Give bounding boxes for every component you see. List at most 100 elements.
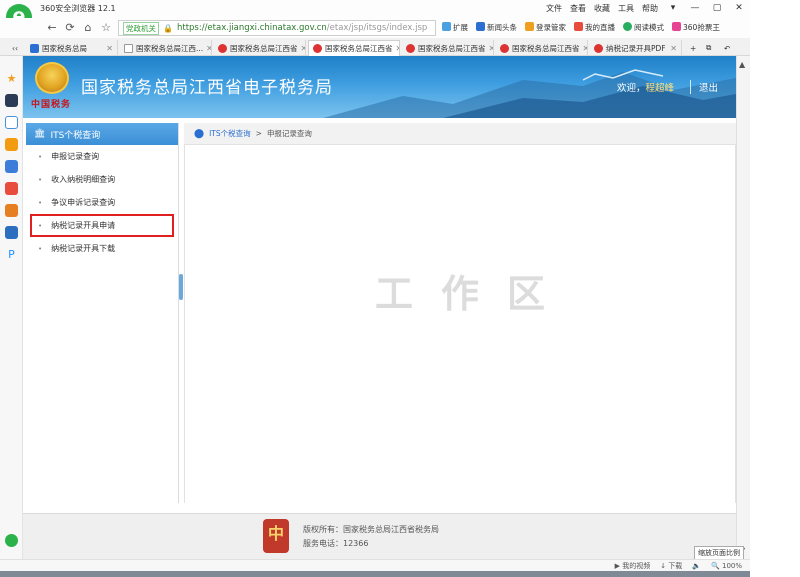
- tab-strip: ‹‹ 国家税务总局✕ 国家税务总局江西...✕ 国家税务总局江西省✕ 国家税务总…: [0, 38, 750, 56]
- menu-view[interactable]: 查看: [570, 3, 586, 14]
- refresh-icon[interactable]: ⟳: [62, 21, 78, 35]
- breadcrumb: ⬤ ITS个税查询 > 申报记录查询: [184, 123, 736, 145]
- location-pin-icon: ⬤: [194, 128, 205, 139]
- app-icon-4[interactable]: [5, 160, 18, 173]
- os-taskbar: [0, 571, 750, 577]
- bullet-icon: •: [38, 175, 43, 184]
- minimize-icon[interactable]: —: [688, 2, 702, 15]
- extensions-icon: [442, 22, 451, 31]
- speaker-icon[interactable]: 🔈: [692, 562, 701, 570]
- ticket-icon: [672, 22, 681, 31]
- breadcrumb-root[interactable]: ITS个税查询: [209, 128, 251, 139]
- menu-item-declaration-query[interactable]: • 申报记录查询: [26, 145, 178, 168]
- menu-tools[interactable]: 工具: [618, 3, 634, 14]
- close-tab-icon[interactable]: ✕: [489, 44, 494, 53]
- settings-gear-icon[interactable]: [5, 534, 18, 547]
- bullet-icon: •: [38, 152, 43, 161]
- ticket-button[interactable]: 360抢票王: [672, 22, 720, 33]
- tab-5[interactable]: 国家税务总局江西省✕: [402, 40, 494, 56]
- tab-2[interactable]: 国家税务总局江西...✕: [120, 40, 212, 56]
- lock-icon: 🔒: [163, 23, 173, 33]
- close-tab-icon[interactable]: ✕: [670, 44, 677, 53]
- building-icon: 🏛: [34, 129, 46, 139]
- close-window-icon[interactable]: ✕: [732, 2, 746, 15]
- work-area-placeholder: 工作区: [374, 272, 573, 316]
- menu-file[interactable]: 文件: [546, 3, 562, 14]
- close-tab-icon[interactable]: ✕: [106, 44, 113, 53]
- address-bar: ← ⟳ ⌂ ☆ 党政机关 🔒 https://etax.jiangxi.chin…: [0, 18, 750, 38]
- tax-emblem-icon: [594, 43, 603, 53]
- star-icon[interactable]: ☆: [98, 21, 114, 35]
- skin-icon[interactable]: ▾: [666, 2, 680, 15]
- tax-emblem-icon: [35, 62, 69, 94]
- app-icon-1[interactable]: [5, 94, 18, 107]
- reader-mode-button[interactable]: 阅读模式: [623, 22, 664, 33]
- breadcrumb-current: 申报记录查询: [266, 129, 312, 138]
- breadcrumb-separator: >: [255, 129, 262, 138]
- user-name[interactable]: 程超峰: [645, 83, 674, 94]
- back-icon[interactable]: ←: [44, 21, 60, 35]
- login-manager-button[interactable]: 登录管家: [525, 22, 566, 33]
- zoom-tooltip: 缩放页面比例: [694, 546, 744, 560]
- tab-7[interactable]: 纳税记录开具PDF ✕: [590, 40, 682, 56]
- close-tab-icon[interactable]: ✕: [583, 44, 588, 53]
- menu-item-tax-record-apply[interactable]: • 纳税记录开具申请: [30, 214, 174, 237]
- news-button[interactable]: 新闻头条: [476, 22, 517, 33]
- tab-3[interactable]: 国家税务总局江西省✕: [214, 40, 306, 56]
- tax-emblem-icon: [500, 43, 509, 53]
- zoom-level[interactable]: 🔍 100%: [711, 562, 742, 570]
- menu-item-income-tax-detail[interactable]: • 收入纳税明细查询: [26, 168, 178, 191]
- tab-list-icon[interactable]: ‹‹: [8, 40, 24, 56]
- menu-panel-header[interactable]: 🏛 ITS个税查询: [26, 123, 178, 145]
- close-tab-icon[interactable]: ✕: [206, 44, 211, 53]
- tab-4-active[interactable]: 国家税务总局江西省✕: [308, 40, 400, 56]
- app-icon-6[interactable]: [5, 204, 18, 217]
- browser-window: e 360安全浏览器 12.1 文件 查看 收藏 工具 帮助 ▾ — ▢ ✕ ←…: [0, 0, 800, 577]
- app-icon-5[interactable]: [5, 182, 18, 195]
- tab-6[interactable]: 国家税务总局江西省✕: [496, 40, 588, 56]
- live-button[interactable]: 我的直播: [574, 22, 615, 33]
- tab-restore-icon[interactable]: ⧉: [702, 40, 718, 56]
- work-area: 工作区: [184, 145, 736, 503]
- emblem-caption: 中国税务: [31, 100, 72, 110]
- download-button[interactable]: ↓ 下载: [660, 561, 682, 571]
- home-icon[interactable]: ⌂: [80, 21, 96, 35]
- close-tab-icon[interactable]: ✕: [396, 44, 400, 53]
- scroll-up-icon[interactable]: ▲: [739, 60, 745, 69]
- browser-title: 360安全浏览器 12.1: [40, 4, 116, 13]
- menu-item-dispute-appeal[interactable]: • 争议申诉记录查询: [26, 191, 178, 214]
- favorites-star-icon[interactable]: ★: [5, 72, 18, 85]
- welcome-text: 欢迎，程超峰: [616, 83, 674, 94]
- tab-1[interactable]: 国家税务总局 ✕: [26, 40, 118, 56]
- logout-link[interactable]: 退出: [689, 80, 718, 94]
- menu-favorites[interactable]: 收藏: [594, 3, 610, 14]
- app-icon-7[interactable]: [5, 226, 18, 239]
- gov-site-badge: 党政机关: [123, 21, 159, 35]
- reader-icon: [623, 22, 632, 31]
- page-icon: [124, 43, 133, 53]
- maximize-icon[interactable]: ▢: [710, 2, 724, 15]
- url-path: /etax/jsp/itsgs/index.jsp: [326, 23, 428, 33]
- tax-site-icon: [30, 43, 39, 53]
- menu-help[interactable]: 帮助: [642, 3, 658, 14]
- copyright-text: 版权所有：国家税务总局江西省税务局: [303, 525, 439, 534]
- tax-logo-icon: 中: [263, 519, 289, 553]
- bullet-icon: •: [38, 244, 43, 253]
- app-icon-3[interactable]: [5, 138, 18, 151]
- tax-emblem-icon: [218, 43, 227, 53]
- close-tab-icon[interactable]: ✕: [301, 44, 306, 53]
- page-content: 中国税务 国家税务总局江西省电子税务局 欢迎，程超峰 退出 🏛 ITS个税查询 …: [23, 56, 736, 559]
- url-input[interactable]: 党政机关 🔒 https://etax.jiangxi.chinatax.gov…: [118, 20, 436, 36]
- toolbar-extras: 扩展 新闻头条 登录管家 我的直播 阅读模式 360抢票王: [442, 22, 720, 33]
- browser-titlebar: e 360安全浏览器 12.1 文件 查看 收藏 工具 帮助 ▾ — ▢ ✕: [0, 0, 750, 30]
- undo-close-icon[interactable]: ↶: [720, 40, 736, 56]
- tv-icon: [574, 22, 583, 31]
- extensions-button[interactable]: 扩展: [442, 22, 468, 33]
- video-button[interactable]: ▶ 我的视频: [615, 561, 651, 571]
- app-icon-8[interactable]: P: [5, 248, 18, 261]
- menu-item-tax-record-download[interactable]: • 纳税记录开具下载: [26, 237, 178, 260]
- sidebar-collapse-handle[interactable]: [179, 274, 183, 300]
- app-icon-2[interactable]: [5, 116, 18, 129]
- new-tab-button[interactable]: +: [686, 40, 700, 56]
- vertical-scrollbar[interactable]: ▲ ▼: [736, 56, 750, 559]
